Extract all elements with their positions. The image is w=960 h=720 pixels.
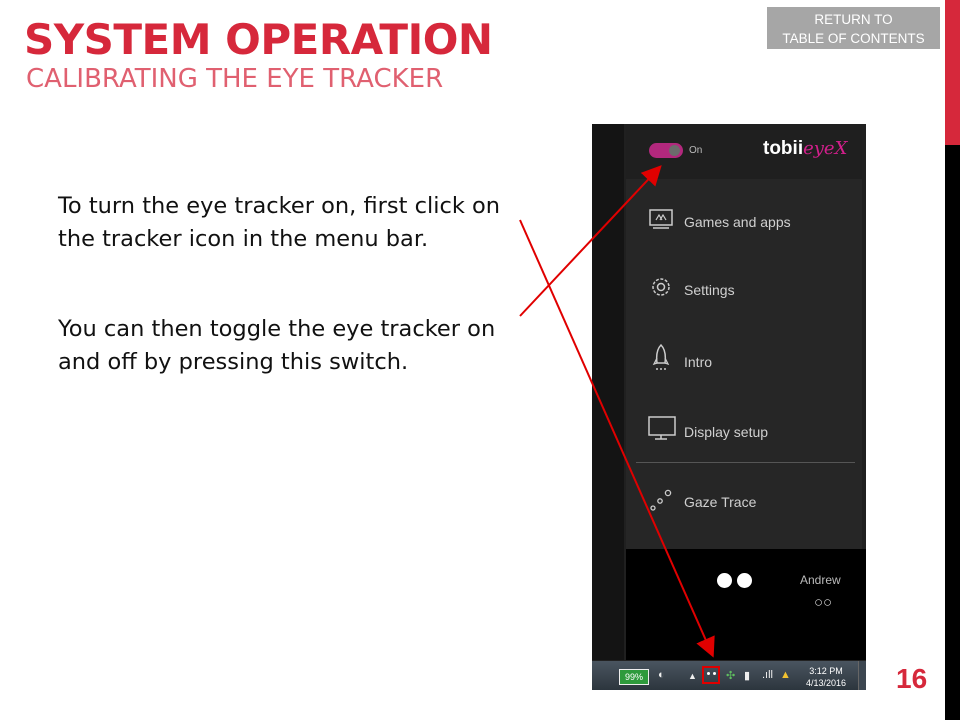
desktop-strip xyxy=(592,124,624,660)
clock-date: 4/13/2016 xyxy=(805,678,847,688)
right-eye-indicator xyxy=(737,573,752,588)
rocket-icon xyxy=(652,344,670,370)
left-eye-indicator xyxy=(717,573,732,588)
brand-main: tobii xyxy=(763,138,804,159)
menu-item-label: Settings xyxy=(684,282,735,298)
return-to-toc-button[interactable]: RETURN TO TABLE OF CONTENTS xyxy=(767,7,940,49)
tracker-dot-left xyxy=(707,672,710,675)
slide-subtitle: CALIBRATING THE EYE TRACKER xyxy=(26,64,444,94)
power-plug-icon[interactable]: ◐ xyxy=(658,669,665,681)
tracker-dot-right xyxy=(713,672,716,675)
menu-item-label: Gaze Trace xyxy=(684,494,757,510)
toc-line-2: TABLE OF CONTENTS xyxy=(782,31,925,46)
tobii-panel-screenshot: On tobiieyeX Games and apps Settings Int… xyxy=(592,124,866,690)
page-number: 16 xyxy=(896,663,928,694)
clock-time: 3:12 PM xyxy=(809,666,843,676)
menu-item-games-and-apps[interactable]: Games and apps xyxy=(642,204,842,240)
user-profile-name[interactable]: Andrew xyxy=(800,573,841,587)
toggle-label: On xyxy=(689,145,703,156)
menu-item-settings[interactable]: Settings xyxy=(642,272,842,308)
slide-title: SYSTEM OPERATION xyxy=(24,15,493,64)
side-bar xyxy=(945,145,960,720)
instruction-paragraph-1: To turn the eye tracker on, first click … xyxy=(58,193,501,252)
menu-item-label: Display setup xyxy=(684,424,769,440)
games-apps-icon xyxy=(649,209,673,229)
taskbar-clock[interactable]: 3:12 PM 4/13/2016 xyxy=(804,665,848,689)
signal-icon[interactable]: .ıll xyxy=(762,669,773,681)
menu-item-gaze-trace[interactable]: Gaze Trace xyxy=(642,484,842,520)
battery-indicator[interactable]: 99% xyxy=(619,669,649,685)
brand-sub: eyeX xyxy=(803,138,848,159)
tracker-tray-icon[interactable] xyxy=(702,666,720,684)
toggle-knob xyxy=(669,145,680,156)
gear-icon xyxy=(652,278,670,296)
accent-bar xyxy=(945,0,960,145)
show-hidden-icons-chevron[interactable]: ▲ xyxy=(688,671,697,681)
menu-item-display-setup[interactable]: Display setup xyxy=(642,414,842,450)
menu-item-label: Intro xyxy=(684,354,713,370)
drive-icon[interactable]: ▲ xyxy=(780,669,791,681)
tobii-logo: tobiieyeX xyxy=(763,138,847,160)
gaze-trace-icon xyxy=(650,489,672,511)
monitor-icon xyxy=(648,416,676,440)
clipboard-icon[interactable]: ▮ xyxy=(744,669,750,682)
sync-icon[interactable]: ✣ xyxy=(726,669,735,682)
instruction-paragraph-2: You can then toggle the eye tracker on a… xyxy=(58,316,496,375)
show-desktop-button[interactable] xyxy=(858,661,866,690)
toc-line-1: RETURN TO xyxy=(814,12,893,27)
windows-taskbar: 99% ◐ ▲ ✣ ▮ .ıll ▲ 3:12 PM 4/13/2016 xyxy=(592,660,866,690)
menu-item-label: Games and apps xyxy=(684,214,791,230)
menu-item-intro[interactable]: Intro xyxy=(642,344,842,380)
eye-tracker-toggle[interactable] xyxy=(649,143,683,158)
glasses-icon: ○○ xyxy=(814,594,833,611)
menu-divider xyxy=(636,462,855,463)
